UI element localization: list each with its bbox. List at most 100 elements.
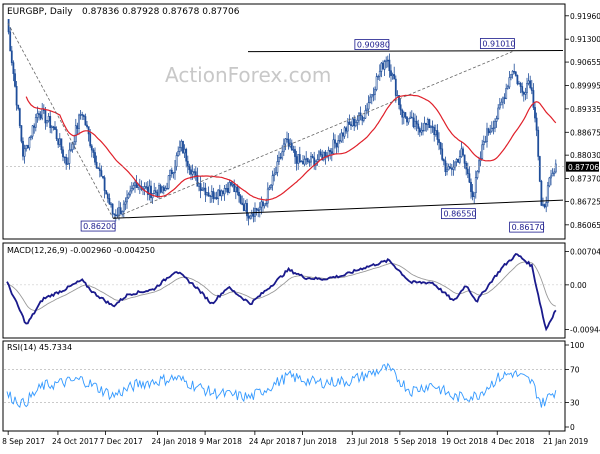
x-tick-label: 8 Sep 2017 (2, 437, 45, 446)
candle-body (44, 110, 47, 124)
candle-body (49, 116, 52, 129)
candle-body (73, 141, 76, 145)
candle-body (346, 121, 349, 132)
candle-body (90, 145, 93, 151)
candle-body (447, 166, 450, 171)
candle-body (530, 87, 533, 91)
candle-body (150, 185, 152, 199)
candle-body (23, 148, 26, 157)
candle-body (84, 116, 87, 126)
candle-body (94, 152, 96, 163)
candle-body (388, 59, 391, 72)
candle-body (415, 120, 418, 125)
candle-body (516, 75, 519, 85)
candle-body (87, 126, 90, 135)
candle-body (364, 110, 367, 119)
candle-body (412, 117, 415, 127)
candle-body (286, 138, 288, 140)
candle-body (471, 191, 474, 197)
candle-body (481, 144, 484, 159)
candle-body (108, 198, 111, 205)
candle-body (119, 207, 122, 215)
candle-body (470, 181, 472, 192)
candle-body (153, 190, 156, 194)
candle-body (425, 122, 428, 125)
y-tick-label: 0.88675 (570, 128, 600, 137)
candle-body (540, 180, 543, 206)
candle-body (110, 203, 112, 206)
candle-body (484, 141, 487, 143)
candle-body (500, 101, 503, 106)
candle-body (111, 203, 114, 215)
x-tick-label: 19 Oct 2018 (441, 437, 488, 446)
candle-body (145, 186, 148, 188)
candle-body (38, 113, 40, 116)
x-tick-label: 9 Mar 2018 (199, 437, 242, 446)
candle-body (255, 208, 258, 211)
candle-body (298, 154, 301, 163)
candle-body (282, 143, 285, 153)
candle-body (172, 172, 175, 175)
candle-body (367, 102, 370, 110)
candle-body (330, 151, 333, 154)
dashed-downtrend-line (7, 23, 114, 219)
candle-body (134, 182, 136, 186)
candle-body (342, 132, 344, 137)
candle-body (489, 130, 492, 134)
candle-body (193, 171, 196, 173)
symbol-label: EURGBP, Daily (7, 7, 73, 17)
candle-body (124, 201, 127, 205)
candle-body (238, 191, 240, 197)
candle-body (268, 187, 271, 190)
candle-body (396, 95, 399, 97)
candle-body (332, 139, 335, 154)
candle-body (414, 120, 416, 127)
candle-body (228, 182, 231, 193)
candle-body (250, 213, 253, 217)
y-tick-label: 0.86725 (570, 197, 600, 206)
candle-body (175, 155, 178, 167)
candle-body (457, 159, 460, 163)
candle-body (174, 166, 176, 173)
candle-body (166, 187, 168, 190)
candle-body (436, 130, 439, 140)
x-axis: 8 Sep 2017 24 Oct 2017 7 Dec 2017 24 Jan 20… (2, 431, 588, 446)
candle-body (372, 93, 375, 96)
candle-body (374, 89, 376, 95)
candle-body (302, 160, 304, 165)
candle-body (434, 130, 437, 135)
candle-body (494, 121, 496, 129)
candle-body (46, 120, 48, 124)
x-tick-label: 23 Jul 2018 (346, 437, 389, 446)
candle-body (486, 128, 488, 142)
candle-body (249, 215, 252, 219)
candle-body (55, 129, 58, 140)
candle-body (455, 159, 458, 163)
candle-body (482, 141, 485, 146)
candle-body (167, 175, 170, 189)
candle-body (57, 138, 60, 145)
candle-body (236, 186, 239, 193)
candle-body (276, 161, 279, 173)
candle-body (473, 192, 476, 197)
candle-body (370, 94, 373, 98)
candle-body (30, 135, 32, 139)
y-tick-label: 0.00 (570, 281, 587, 290)
candle-body (129, 190, 132, 195)
candle-body (241, 202, 244, 205)
candle-body (502, 97, 504, 103)
candle-body (198, 183, 200, 187)
candle-body (441, 148, 444, 160)
candle-body (257, 209, 260, 211)
y-tick-label: 0.90655 (570, 58, 600, 67)
candle-body (409, 116, 412, 120)
candle-body (506, 86, 509, 89)
candle-body (420, 129, 423, 133)
candle-body (524, 92, 527, 95)
candle-body (154, 190, 157, 193)
candle-body (466, 168, 469, 175)
candle-body (378, 70, 381, 77)
rsi-y-axis: 100 70 30 0 (565, 341, 585, 432)
candle-body (126, 197, 128, 203)
annotation-label: 0.86200 (83, 222, 116, 231)
